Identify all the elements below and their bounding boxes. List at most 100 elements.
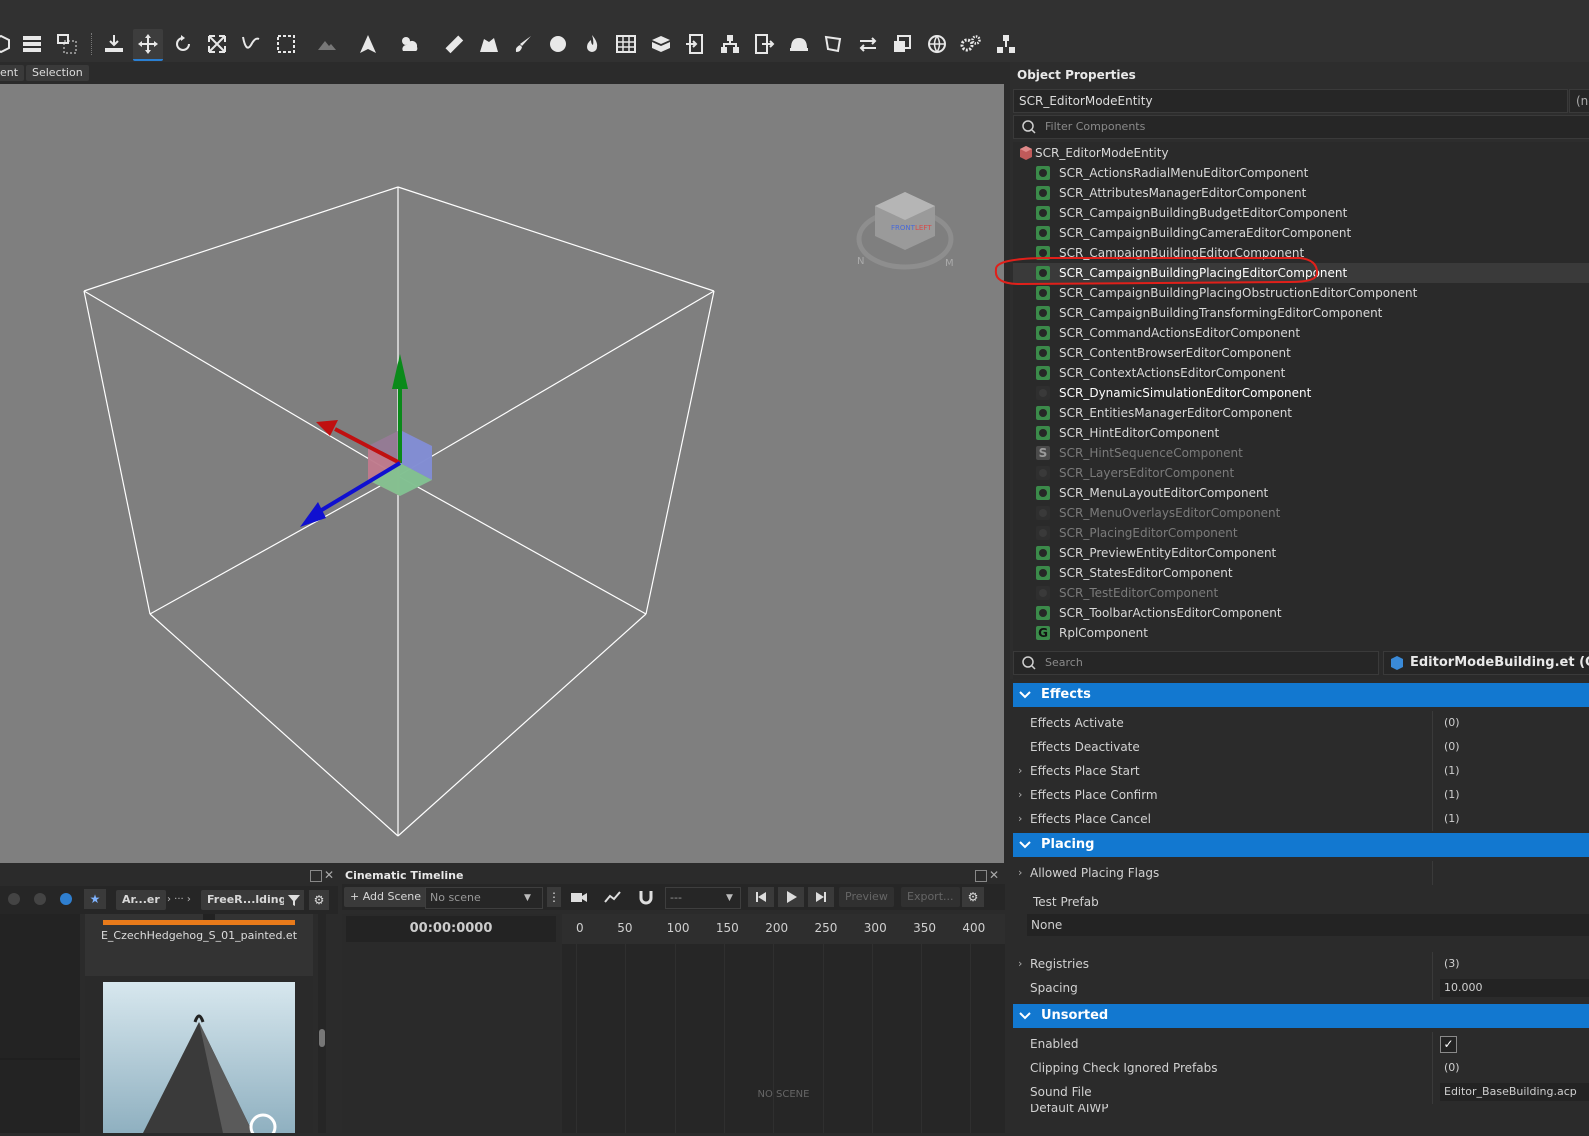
export-icon[interactable] <box>749 29 779 59</box>
registries-row[interactable]: › Registries (3) <box>1013 952 1589 976</box>
allowed-placing-flags-row[interactable]: › Allowed Placing Flags <box>1013 861 1589 885</box>
scale-icon[interactable] <box>202 29 232 59</box>
component-toggle-icon[interactable] <box>1036 346 1050 360</box>
filter-icon[interactable] <box>284 890 304 910</box>
component-toggle-icon[interactable] <box>1036 566 1050 580</box>
section-unsorted[interactable]: Unsorted <box>1013 1004 1589 1028</box>
effects-property-row[interactable]: Effects Deactivate (0) <box>1013 735 1589 759</box>
scene-select[interactable]: No scene ▼ <box>425 887 543 909</box>
component-toggle-icon[interactable] <box>1036 586 1050 600</box>
clipping-check-row[interactable]: Clipping Check Ignored Prefabs (0) <box>1013 1056 1589 1080</box>
orientation-gizmo[interactable]: FRONT LEFT N M <box>856 192 954 270</box>
component-item[interactable]: SCR_CampaignBuildingTransformingEditorCo… <box>1013 303 1589 323</box>
component-item[interactable]: SCR_PlacingEditorComponent <box>1013 523 1589 543</box>
curve-icon[interactable] <box>236 29 266 59</box>
magnet-icon[interactable] <box>638 889 654 908</box>
component-toggle-icon[interactable] <box>1036 486 1050 500</box>
scrollbar[interactable] <box>318 914 326 1133</box>
import-icon[interactable] <box>680 29 710 59</box>
forward-icon[interactable] <box>34 893 46 905</box>
component-toggle-icon[interactable] <box>1036 606 1050 620</box>
close-icon[interactable]: ✕ <box>989 868 999 882</box>
rotate-icon[interactable] <box>168 29 198 59</box>
effects-property-row[interactable]: Effects Activate (0) <box>1013 711 1589 735</box>
sound-file-row[interactable]: Sound File Editor_BaseBuilding.acp <box>1013 1080 1589 1104</box>
component-item[interactable]: SCR_CampaignBuildingBudgetEditorComponen… <box>1013 203 1589 223</box>
chevron-right-icon[interactable]: › <box>1018 759 1022 783</box>
entity-name-field[interactable]: SCR_EditorModeEntity <box>1013 89 1568 113</box>
chevron-right-icon[interactable]: › <box>1018 783 1022 807</box>
back-icon[interactable] <box>8 893 20 905</box>
effects-property-row[interactable]: › Effects Place Confirm (1) <box>1013 783 1589 807</box>
component-item[interactable]: SCR_MenuOverlaysEditorComponent <box>1013 503 1589 523</box>
map-pin-icon[interactable] <box>474 29 504 59</box>
settings-gear-icon[interactable] <box>956 29 986 59</box>
select-region-icon[interactable] <box>52 29 82 59</box>
preview-button[interactable]: Preview <box>839 887 894 907</box>
scene-viewport[interactable]: FRONT LEFT N M <box>0 84 1004 863</box>
skip-forward-icon[interactable] <box>808 887 834 907</box>
weather-icon[interactable] <box>394 29 424 59</box>
component-toggle-icon[interactable] <box>1036 506 1050 520</box>
component-item[interactable]: G RplComponent <box>1013 623 1589 643</box>
test-prefab-input[interactable]: None <box>1027 914 1589 936</box>
component-toggle-icon[interactable] <box>1036 186 1050 200</box>
navigate-icon[interactable] <box>353 29 383 59</box>
spacing-input[interactable]: 10.000 <box>1440 979 1589 997</box>
entity-class-field[interactable]: (no <box>1569 89 1589 113</box>
component-toggle-icon[interactable] <box>1036 466 1050 480</box>
tab-selection[interactable]: Selection <box>26 65 89 81</box>
close-icon[interactable]: ✕ <box>324 868 334 882</box>
grid-icon[interactable] <box>611 29 641 59</box>
component-item[interactable]: SCR_CommandActionsEditorComponent <box>1013 323 1589 343</box>
component-item[interactable]: SCR_ToolbarActionsEditorComponent <box>1013 603 1589 623</box>
chevron-right-icon[interactable]: › <box>1018 807 1022 831</box>
globe-icon[interactable] <box>922 29 952 59</box>
breadcrumb-1[interactable]: Ar...er <box>116 890 166 910</box>
component-item[interactable]: SCR_TestEditorComponent <box>1013 583 1589 603</box>
swap-icon[interactable] <box>853 29 883 59</box>
component-item[interactable]: SCR_EntitiesManagerEditorComponent <box>1013 403 1589 423</box>
component-item[interactable]: S SCR_HintSequenceComponent <box>1013 443 1589 463</box>
component-item[interactable]: SCR_MenuLayoutEditorComponent <box>1013 483 1589 503</box>
prefab-link[interactable]: EditorModeBuilding.et (CLU <box>1383 651 1589 675</box>
effects-property-row[interactable]: › Effects Place Start (1) <box>1013 759 1589 783</box>
export-button[interactable]: Export... <box>901 887 960 907</box>
component-item[interactable]: SCR_DynamicSimulationEditorComponent <box>1013 383 1589 403</box>
fire-icon[interactable] <box>577 29 607 59</box>
breadcrumb-2[interactable]: FreeR...lding <box>201 890 293 910</box>
settings-gear-icon[interactable]: ⚙ <box>962 887 984 907</box>
tab-component[interactable]: ent <box>0 65 25 81</box>
undock-icon[interactable] <box>975 870 987 882</box>
component-toggle-icon[interactable] <box>1036 326 1050 340</box>
curve-graph-icon[interactable] <box>604 889 622 908</box>
component-item[interactable]: SCR_HintEditorComponent <box>1013 423 1589 443</box>
up-icon[interactable] <box>60 893 72 905</box>
section-placing[interactable]: Placing <box>1013 833 1589 857</box>
component-item[interactable]: SCR_ContentBrowserEditorComponent <box>1013 343 1589 363</box>
section-effects[interactable]: Effects <box>1013 683 1589 707</box>
component-toggle-icon[interactable] <box>1036 526 1050 540</box>
component-toggle-icon[interactable] <box>1036 426 1050 440</box>
paint-brush-icon[interactable] <box>508 29 538 59</box>
component-toggle-icon[interactable] <box>1036 206 1050 220</box>
component-item[interactable]: SCR_StatesEditorComponent <box>1013 563 1589 583</box>
snap-ground-icon[interactable] <box>99 29 129 59</box>
network-icon[interactable] <box>991 29 1021 59</box>
timeline-track-area[interactable]: 0 50 100 150 200 250 300 350 400 NO SCENE <box>562 914 1005 1133</box>
component-item[interactable]: SCR_ContextActionsEditorComponent <box>1013 363 1589 383</box>
sphere-icon[interactable] <box>543 29 573 59</box>
skip-back-icon[interactable] <box>748 887 774 907</box>
game-component-icon[interactable]: G <box>1036 626 1050 640</box>
shape-icon[interactable] <box>818 29 848 59</box>
effects-property-row[interactable]: › Effects Place Cancel (1) <box>1013 807 1589 831</box>
terrain-icon[interactable] <box>312 29 342 59</box>
play-icon[interactable] <box>778 887 804 907</box>
transform-gizmo[interactable] <box>300 354 432 527</box>
camera-icon[interactable] <box>570 889 588 908</box>
prefab-icon[interactable] <box>646 29 676 59</box>
undock-icon[interactable] <box>310 870 322 882</box>
hierarchy-icon[interactable] <box>715 29 745 59</box>
default-aiwp-row[interactable]: Default AIWP <box>1013 1104 1589 1118</box>
component-item[interactable]: SCR_CampaignBuildingCameraEditorComponen… <box>1013 223 1589 243</box>
